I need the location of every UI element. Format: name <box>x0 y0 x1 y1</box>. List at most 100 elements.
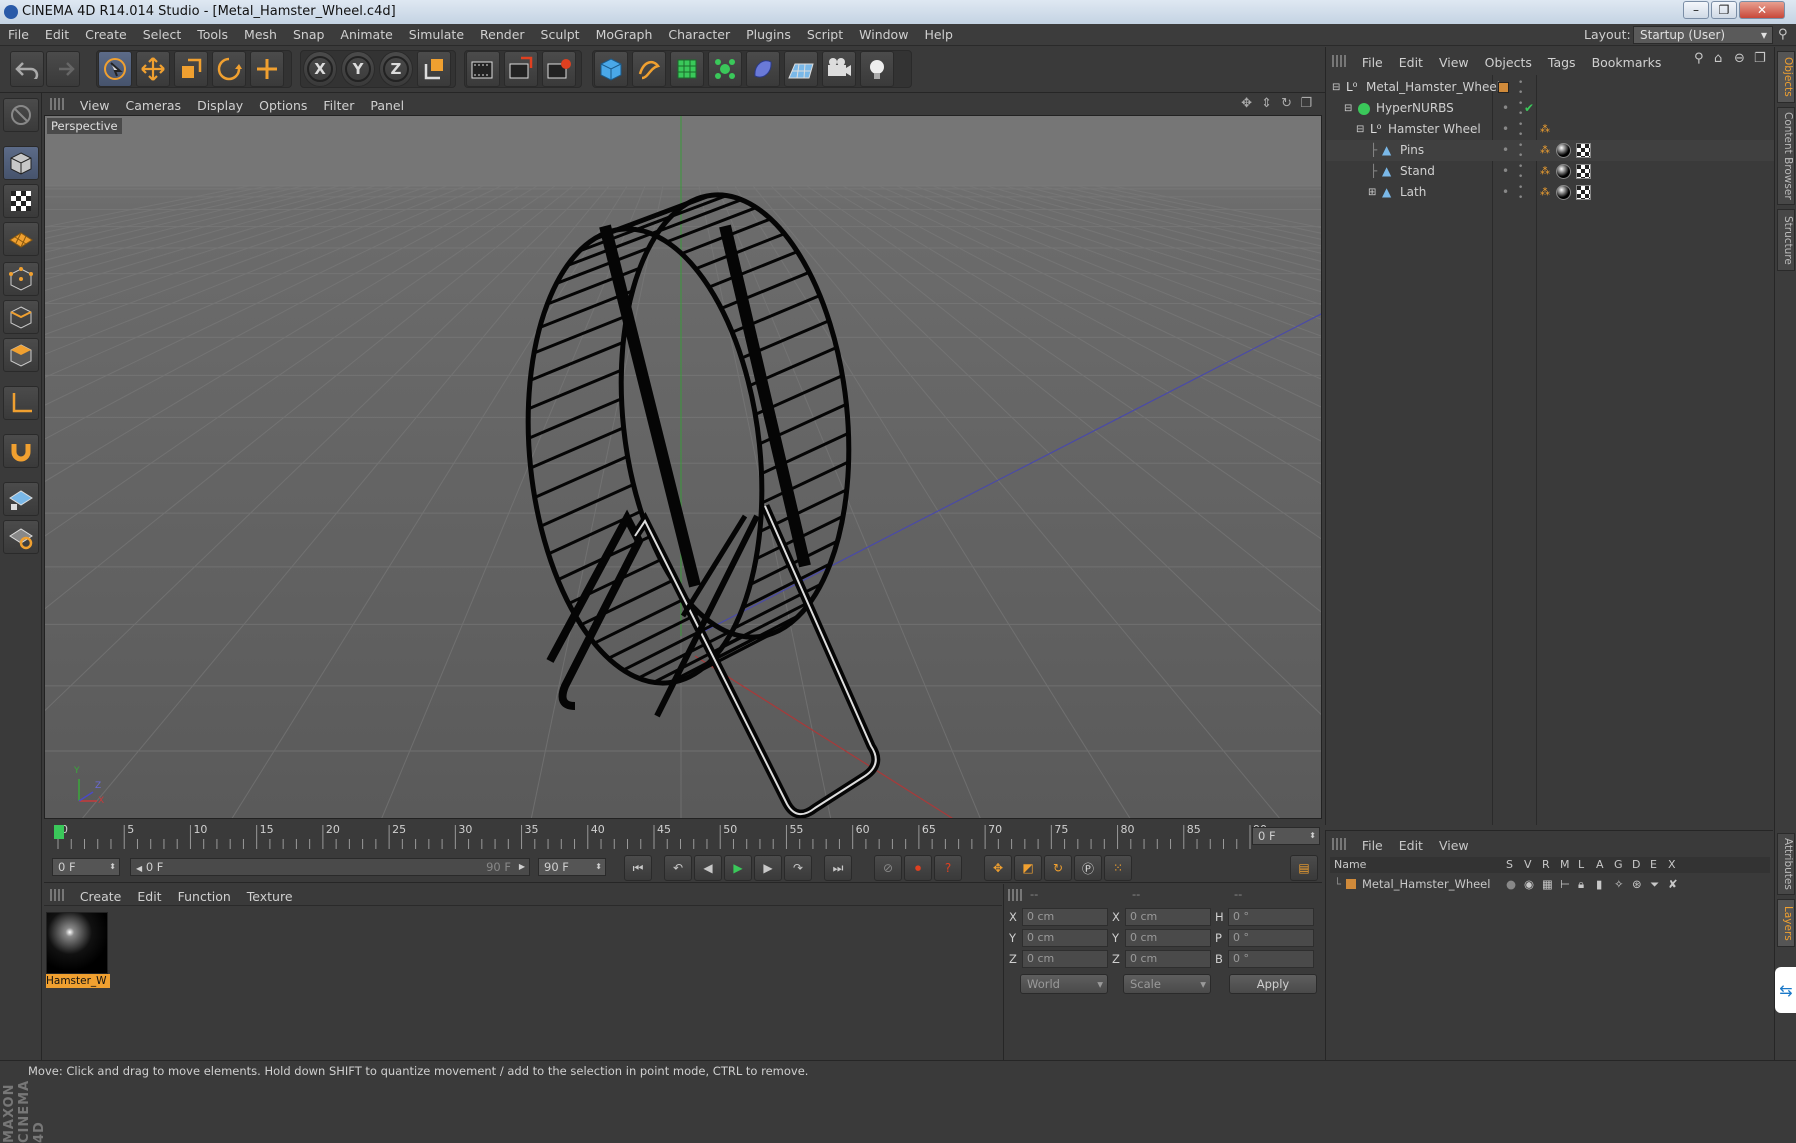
record-keys-button[interactable]: ⊘ <box>874 855 902 881</box>
phong-tag-icon[interactable]: ⁂ <box>1540 182 1550 203</box>
deformer-icon[interactable]: ⊛ <box>1632 875 1642 893</box>
object-row-hypernurbs[interactable]: ⊟ HyperNURBS • • • ✔ <box>1326 98 1774 119</box>
film-icon[interactable]: ▮ <box>1596 875 1602 893</box>
enabled-checkmark-icon[interactable]: ✔ <box>1524 98 1534 119</box>
material-swatch[interactable]: Hamster_W <box>46 912 110 992</box>
menu-render[interactable]: Render <box>472 24 533 46</box>
collapse-toggle-icon[interactable]: ⊟ <box>1344 98 1352 119</box>
tab-content-browser[interactable]: Content Browser <box>1777 107 1795 205</box>
column-generators[interactable]: G <box>1614 857 1623 873</box>
go-to-start-button[interactable]: ⏮ <box>624 855 652 881</box>
current-frame-field[interactable]: 0 F ⬍ <box>1252 827 1320 845</box>
key-pla-button[interactable]: ⁙ <box>1104 855 1132 881</box>
keyframe-selection-button[interactable]: ? <box>934 855 962 881</box>
viewport-menu-options[interactable]: Options <box>251 95 315 117</box>
size-y-field[interactable]: 0 cm <box>1125 929 1211 947</box>
tab-attributes[interactable]: Attributes <box>1777 833 1795 895</box>
visibility-dots-icon[interactable]: • • <box>1518 183 1523 203</box>
minimize-button[interactable]: – <box>1683 1 1709 19</box>
playhead-marker[interactable] <box>54 825 64 839</box>
layer-color-swatch[interactable] <box>1346 879 1356 889</box>
object-row-hamster-wheel[interactable]: ⊟ L⁰ Hamster Wheel • • • ⁂ <box>1326 119 1774 140</box>
floor-object-button[interactable] <box>784 51 818 87</box>
rot-b-field[interactable]: 0 ° <box>1228 950 1314 968</box>
frame-range-slider[interactable]: ◀ 0 F 90 F ▶ <box>130 858 530 876</box>
xref-icon[interactable]: ✘ <box>1668 875 1678 893</box>
pos-y-field[interactable]: 0 cm <box>1022 929 1108 947</box>
teamviewer-badge[interactable]: ⇆ <box>1775 967 1796 1013</box>
viewport-menu-panel[interactable]: Panel <box>362 95 412 117</box>
camera-object-button[interactable] <box>822 51 856 87</box>
menu-plugins[interactable]: Plugins <box>738 24 799 46</box>
visibility-dots-icon[interactable]: • • <box>1518 162 1523 182</box>
menu-mograph[interactable]: MoGraph <box>588 24 661 46</box>
home-icon[interactable]: ⌂ <box>1714 51 1722 66</box>
coordinate-mode-select[interactable]: World ▾ <box>1020 974 1108 994</box>
edges-mode-button[interactable] <box>3 300 39 334</box>
visibility-dots-icon[interactable]: • • <box>1518 78 1523 98</box>
material-menu-function[interactable]: Function <box>170 886 239 908</box>
menu-select[interactable]: Select <box>135 24 190 46</box>
collapse-icon[interactable]: ⊖ <box>1734 51 1745 66</box>
timeline-scheme-button[interactable]: ▤ <box>1290 855 1318 881</box>
key-position-button[interactable]: ✥ <box>984 855 1012 881</box>
layer-menu-edit[interactable]: Edit <box>1391 835 1431 857</box>
menu-character[interactable]: Character <box>660 24 738 46</box>
size-z-field[interactable]: 0 cm <box>1125 950 1211 968</box>
uvw-tag-icon[interactable] <box>1576 143 1591 158</box>
end-frame-field[interactable]: 90 F ⬍ <box>538 858 606 876</box>
search-icon[interactable]: ⚲ <box>1694 51 1704 66</box>
axis-mode-button[interactable] <box>3 386 39 420</box>
material-menu-texture[interactable]: Texture <box>239 886 301 908</box>
layer-menu-file[interactable]: File <box>1354 835 1391 857</box>
expression-icon[interactable]: ⏷ <box>1650 875 1659 893</box>
material-tag-icon[interactable] <box>1556 164 1571 179</box>
mograph-cloner-button[interactable] <box>708 51 742 87</box>
menu-mesh[interactable]: Mesh <box>236 24 285 46</box>
spline-pen-button[interactable] <box>632 51 666 87</box>
column-expressions[interactable]: E <box>1650 857 1657 873</box>
menu-script[interactable]: Script <box>799 24 851 46</box>
size-mode-select[interactable]: Scale ▾ <box>1123 974 1211 994</box>
object-row-pins[interactable]: ├ ▲ Pins • • • ⁂ <box>1326 140 1774 161</box>
render-picture-viewer-button[interactable] <box>504 51 538 87</box>
workplane-mode-button[interactable] <box>3 222 39 256</box>
editor-visibility-dot-icon[interactable]: • <box>1502 182 1509 203</box>
rot-p-field[interactable]: 0 ° <box>1228 929 1314 947</box>
points-mode-button[interactable] <box>3 262 39 296</box>
phong-tag-icon[interactable]: ⁂ <box>1540 161 1550 182</box>
size-x-field[interactable]: 0 cm <box>1125 908 1211 926</box>
coordinate-system-button[interactable] <box>417 51 451 87</box>
uvw-tag-icon[interactable] <box>1576 164 1591 179</box>
column-solo[interactable]: S <box>1506 857 1513 873</box>
column-locked[interactable]: L <box>1578 857 1584 873</box>
material-menu-create[interactable]: Create <box>72 886 130 908</box>
autokeying-button[interactable]: ⏺ <box>904 855 932 881</box>
objects-menu-view[interactable]: View <box>1431 52 1477 74</box>
collapse-toggle-icon[interactable]: ⊟ <box>1356 119 1364 140</box>
menu-file[interactable]: File <box>0 24 37 46</box>
object-row-metal-hamster-wheel[interactable]: ⊟ L⁰ Metal_Hamster_Wheel • • <box>1326 77 1774 98</box>
visibility-dots-icon[interactable]: • • <box>1518 141 1523 161</box>
x-axis-lock-button[interactable]: X <box>303 51 337 87</box>
menu-sculpt[interactable]: Sculpt <box>533 24 588 46</box>
tab-structure[interactable]: Structure <box>1777 209 1795 271</box>
lock-icon[interactable]: 🔒︎ <box>1578 875 1584 893</box>
panel-options-icon[interactable]: ❐ <box>1754 51 1766 66</box>
expand-toggle-icon[interactable]: ⊞ <box>1368 182 1376 203</box>
scale-tool-button[interactable] <box>174 51 208 87</box>
polygons-mode-button[interactable] <box>3 338 39 372</box>
editor-visibility-dot-icon[interactable]: • <box>1502 161 1509 182</box>
menu-help[interactable]: Help <box>916 24 961 46</box>
objects-menu-bookmarks[interactable]: Bookmarks <box>1584 52 1670 74</box>
viewport-menu-filter[interactable]: Filter <box>315 95 362 117</box>
timeline-ruler[interactable]: 051015202530354045505560657075808590 0 F… <box>44 821 1322 851</box>
manager-tree-icon[interactable]: ⊢ <box>1560 875 1570 893</box>
object-row-lath[interactable]: ⊞ ▲ Lath • • • ⁂ <box>1326 182 1774 203</box>
phong-tag-icon[interactable]: ⁂ <box>1540 119 1550 140</box>
make-editable-button[interactable] <box>3 98 39 132</box>
deformer-button[interactable] <box>746 51 780 87</box>
viewport-menu-display[interactable]: Display <box>189 95 251 117</box>
solo-dot-icon[interactable]: ● <box>1506 875 1516 893</box>
apply-button[interactable]: Apply <box>1229 974 1317 994</box>
